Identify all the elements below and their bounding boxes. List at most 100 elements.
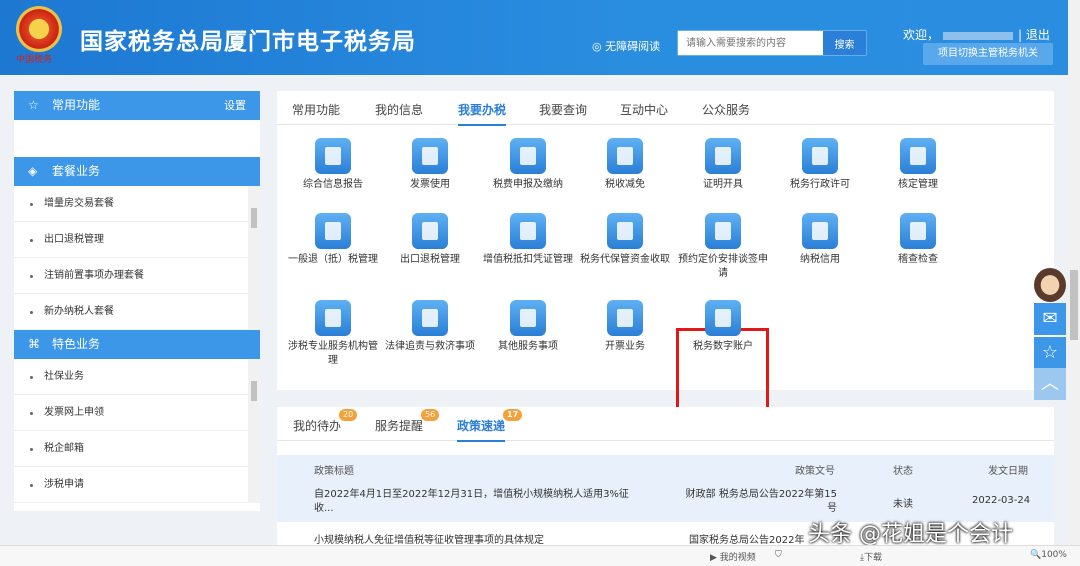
grid-icon: ⌘ xyxy=(28,337,40,351)
service-label: 发票使用 xyxy=(410,179,450,190)
service-item[interactable]: 法律追责与救济事项 xyxy=(382,300,478,354)
notice-tab-2[interactable]: 政策速递 17 xyxy=(457,409,523,442)
notice-tabs: 我的待办 20 服务提醒 56 政策速递 17 xyxy=(277,407,1054,442)
site-header: 中国税务 国家税务总局厦门市电子税务局 ◎ 无障碍阅读 搜索 欢迎， | 退出 … xyxy=(0,0,1068,75)
zoom-label: 100% xyxy=(1041,550,1067,560)
service-item[interactable]: 税收减免 xyxy=(577,138,673,192)
download-label: 下载 xyxy=(863,553,882,563)
service-item[interactable]: 涉税专业服务机构管理 xyxy=(285,300,381,368)
main-tabs: 常用功能 我的信息 我要办税 我要查询 互动中心 公众服务 xyxy=(277,91,1054,126)
policy-title[interactable]: 小规模纳税人免征增值税等征收管理事项的具体规定 xyxy=(314,531,544,545)
watermark: 头条 @花姐是个会计 xyxy=(808,522,1013,547)
sidebar-item[interactable]: 注销前置事项办理套餐 xyxy=(14,258,260,294)
sidebar-item[interactable]: 新办纳税人套餐 xyxy=(14,294,260,330)
service-item[interactable]: 增值税抵扣凭证管理 xyxy=(480,213,576,267)
notice-tab-1[interactable]: 服务提醒 56 xyxy=(375,409,440,434)
common-functions-body xyxy=(14,120,260,157)
tab-0[interactable]: 常用功能 xyxy=(292,101,340,118)
accessibility-link[interactable]: ◎ 无障碍阅读 xyxy=(592,38,660,54)
sidebar-item[interactable]: 社保业务 xyxy=(14,359,260,395)
service-label: 增值税抵扣凭证管理 xyxy=(483,254,573,265)
service-item[interactable]: 纳税信用 xyxy=(772,213,868,267)
sidebar: ☆ 常用功能 设置 ◈ 套餐业务 增量房交易套餐 出口退税管理 注销前置事项办理套餐 … xyxy=(14,91,260,511)
settings-link[interactable]: 设置 xyxy=(224,91,246,120)
sidebar-item[interactable]: 发票网上申领 xyxy=(14,395,260,431)
tax-emblem-logo xyxy=(16,6,62,52)
service-item[interactable]: 预约定价安排谈签申请 xyxy=(675,213,771,281)
layers-icon: ◈ xyxy=(28,164,38,178)
search-button[interactable]: 搜索 xyxy=(823,31,866,55)
accessibility-label: 无障碍阅读 xyxy=(605,40,661,53)
search-input[interactable] xyxy=(678,31,823,55)
favorite-star-icon[interactable]: ☆ xyxy=(1034,337,1066,369)
welcome-label: 欢迎， xyxy=(903,28,940,42)
service-item[interactable]: 税务行政许可 xyxy=(772,138,868,192)
message-icon[interactable]: ✉ xyxy=(1034,303,1066,335)
service-item[interactable]: 核定管理 xyxy=(870,138,966,192)
page-scrollbar[interactable] xyxy=(1068,0,1080,545)
service-icon xyxy=(607,213,643,249)
service-icon xyxy=(607,300,643,336)
special-list: 社保业务 发票网上申领 税企邮箱 涉税申请 xyxy=(14,359,260,503)
service-label: 综合信息报告 xyxy=(303,179,363,190)
policy-doc: 财政部 税务总局公告2022年第15号 xyxy=(685,489,837,514)
policy-doc: 国家税务总局公告2022年 xyxy=(689,535,805,545)
tab-1[interactable]: 我的信息 xyxy=(375,101,423,118)
service-item[interactable]: 税务代保管资金收取 xyxy=(577,213,673,267)
service-icon xyxy=(412,213,448,249)
service-icon xyxy=(705,300,741,336)
service-label: 出口退税管理 xyxy=(400,254,460,265)
package-scrollbar[interactable] xyxy=(248,186,260,330)
service-item[interactable]: 综合信息报告 xyxy=(285,138,381,192)
service-item[interactable]: 证明开具 xyxy=(675,138,771,192)
download-button[interactable]: ⤓下载 xyxy=(860,550,882,563)
common-functions-header[interactable]: ☆ 常用功能 设置 xyxy=(14,91,260,120)
service-label: 涉税专业服务机构管理 xyxy=(288,341,378,366)
tab-5[interactable]: 公众服务 xyxy=(702,101,750,118)
count-badge: 17 xyxy=(503,409,523,421)
col-doc: 政策文号 xyxy=(795,466,835,477)
zoom-level[interactable]: 🔍100% xyxy=(1030,550,1067,560)
policy-date: 2022-03-24 xyxy=(972,495,1031,506)
shield-icon[interactable]: ⛉ xyxy=(775,550,782,560)
policy-title[interactable]: 自2022年4月1日至2022年12月31日，增值税小规模纳税人适用3%征收..… xyxy=(314,488,644,516)
service-item[interactable]: 出口退税管理 xyxy=(382,213,478,267)
special-scrollbar[interactable] xyxy=(248,359,260,503)
sidebar-item[interactable]: 出口退税管理 xyxy=(14,222,260,258)
tab-3[interactable]: 我要查询 xyxy=(539,101,587,118)
package-header[interactable]: ◈ 套餐业务 xyxy=(14,157,260,186)
notice-tab-label: 我的待办 xyxy=(293,419,342,433)
sidebar-item[interactable]: 增量房交易套餐 xyxy=(14,186,260,222)
service-item[interactable]: 稽查检查 xyxy=(870,213,966,267)
sidebar-item[interactable]: 涉税申请 xyxy=(14,467,260,503)
switch-tax-authority-button[interactable]: 项目切换主管税务机关 xyxy=(923,43,1053,65)
common-functions-title: 常用功能 xyxy=(52,98,101,112)
table-header: 政策标题 政策文号 状态 发文日期 xyxy=(277,455,1054,483)
service-item[interactable]: 税务数字账户 xyxy=(675,300,771,354)
service-item[interactable]: 发票使用 xyxy=(382,138,478,192)
service-icon xyxy=(412,300,448,336)
service-item[interactable]: 其他服务事项 xyxy=(480,300,576,354)
col-date: 发文日期 xyxy=(988,466,1028,477)
service-item[interactable]: 开票业务 xyxy=(577,300,673,354)
service-item[interactable]: 税费申报及缴纳 xyxy=(480,138,576,192)
tab-4[interactable]: 互动中心 xyxy=(620,101,668,118)
col-title: 政策标题 xyxy=(314,466,354,477)
service-label: 其他服务事项 xyxy=(498,341,558,352)
service-item[interactable]: 一般退（抵）税管理 xyxy=(285,213,381,267)
policy-status: 未读 xyxy=(893,499,913,510)
sidebar-item[interactable]: 税企邮箱 xyxy=(14,431,260,467)
my-video-button[interactable]: ▶ 我的视频 xyxy=(710,550,756,563)
special-header[interactable]: ⌘ 特色业务 xyxy=(14,330,260,359)
back-to-top-icon[interactable]: ︿ xyxy=(1034,368,1066,400)
search-box: 搜索 xyxy=(677,30,867,56)
service-label: 稽查检查 xyxy=(898,254,938,265)
service-label: 税务代保管资金收取 xyxy=(580,254,670,265)
service-label: 税务数字账户 xyxy=(693,341,753,352)
logout-link[interactable]: | 退出 xyxy=(1018,26,1050,43)
notice-tab-0[interactable]: 我的待办 20 xyxy=(293,409,358,434)
assistant-avatar[interactable] xyxy=(1034,268,1066,302)
eye-icon: ◎ xyxy=(592,40,606,53)
welcome-text: 欢迎， xyxy=(903,26,1014,43)
tab-2[interactable]: 我要办税 xyxy=(458,101,507,126)
